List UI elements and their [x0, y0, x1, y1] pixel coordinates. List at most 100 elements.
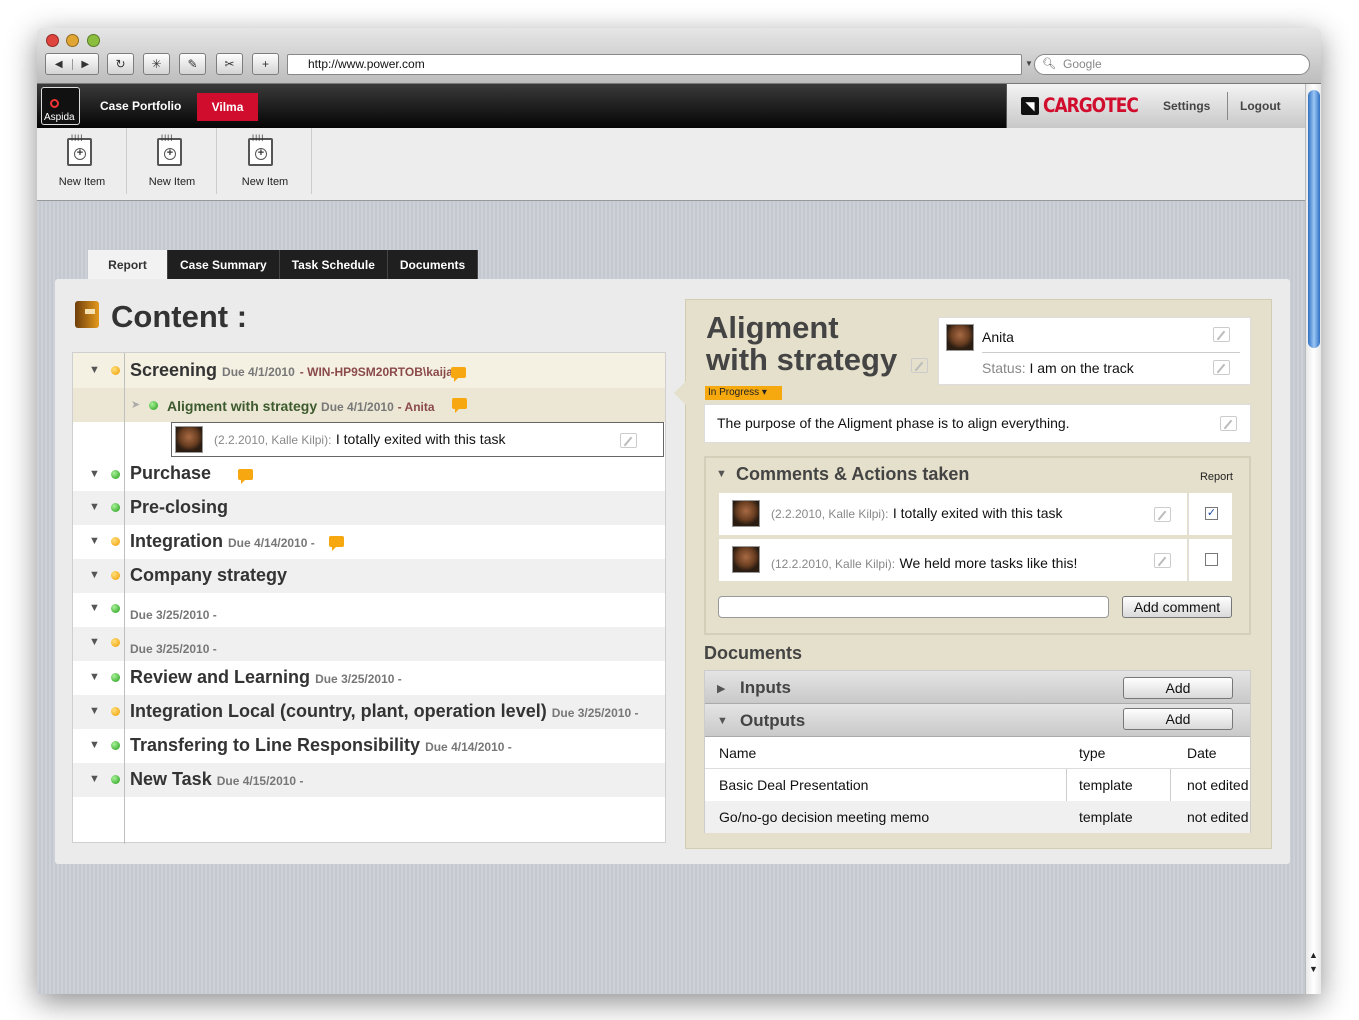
add-bookmark-button[interactable]: + [252, 53, 279, 75]
expand-icon[interactable]: ▼ [89, 468, 100, 480]
status-dot-icon [111, 707, 120, 716]
settings-link[interactable]: Settings [1163, 99, 1210, 113]
task-title: Company strategy [130, 565, 288, 585]
expand-icon[interactable]: ▶ [717, 682, 725, 695]
status-dot-icon [111, 470, 120, 479]
expand-icon[interactable]: ▼ [89, 671, 100, 683]
add-output-button[interactable]: Add [1123, 708, 1233, 730]
checkbox-checked-icon[interactable]: ✓ [1205, 507, 1218, 520]
column-header-name[interactable]: Name [719, 745, 756, 761]
edit-icon[interactable] [1154, 507, 1171, 522]
new-item-button[interactable]: ꟾꟾꟾꟾ + New Item [218, 128, 312, 194]
task-row[interactable]: ▼ Purchase [73, 457, 665, 491]
task-row[interactable]: ▼ Review and Learning Due 3/25/2010 - [73, 661, 665, 695]
edit-icon[interactable] [620, 433, 637, 448]
scroll-down-icon[interactable]: ▼ [1309, 964, 1318, 974]
task-row[interactable]: ▼ Company strategy [73, 559, 665, 593]
comments-section: ▼ Comments & Actions taken Report (2.2.2… [704, 456, 1251, 635]
edit-icon[interactable] [1213, 360, 1230, 375]
url-dropdown-icon[interactable]: ▼ [1025, 59, 1033, 68]
collapse-icon[interactable]: ▼ [716, 468, 727, 480]
document-name-link[interactable]: Basic Deal Presentation [719, 777, 868, 793]
task-row[interactable]: ▼ Pre-closing [73, 491, 665, 525]
task-row[interactable]: ▼ New Task Due 4/15/2010 - [73, 763, 665, 797]
debug-button[interactable]: ✳ [143, 53, 170, 75]
new-document-icon: ꟾꟾꟾꟾ + [67, 136, 92, 166]
edit-icon[interactable] [1213, 327, 1230, 342]
detail-title-line1: Aligment [706, 310, 839, 345]
comment-input[interactable] [718, 596, 1109, 618]
book-icon [75, 301, 99, 328]
column-header-date[interactable]: Date [1187, 745, 1217, 761]
comment-icon[interactable] [451, 367, 466, 382]
edit-icon[interactable] [1154, 553, 1171, 568]
expand-icon[interactable]: ▼ [89, 636, 100, 648]
new-item-button[interactable]: ꟾꟾꟾꟾ + New Item [37, 128, 127, 194]
description-text: The purpose of the Aligment phase is to … [717, 415, 1070, 431]
expand-icon[interactable]: ▼ [89, 773, 100, 785]
tab-task-schedule[interactable]: Task Schedule [279, 250, 388, 279]
status-badge[interactable]: In Progress ▾ [705, 386, 782, 400]
tree-divider [124, 353, 125, 844]
comment-icon[interactable] [452, 398, 467, 413]
aspida-logo[interactable]: Aspida [41, 87, 80, 125]
expand-icon[interactable]: ▼ [89, 569, 100, 581]
add-input-button[interactable]: Add [1123, 677, 1233, 699]
clip-button[interactable]: ✂ [216, 53, 243, 75]
column-header-type[interactable]: type [1079, 745, 1105, 761]
nav-user-tab[interactable]: Vilma [197, 93, 258, 121]
documents-box: ▶ Inputs Add ▼ Outputs Add Name type Dat… [704, 670, 1251, 833]
tab-report[interactable]: Report [88, 250, 168, 279]
zoom-window-button[interactable] [87, 34, 100, 47]
edit-icon[interactable] [1220, 416, 1237, 431]
minimize-window-button[interactable] [66, 34, 79, 47]
expand-icon[interactable]: ▼ [89, 705, 100, 717]
edit-button[interactable]: ✎ [179, 53, 206, 75]
report-checkbox[interactable]: ✓ [1188, 493, 1232, 535]
inputs-header[interactable]: ▶ Inputs Add [705, 671, 1250, 704]
document-name-link[interactable]: Go/no-go decision meeting memo [719, 809, 929, 825]
tab-documents[interactable]: Documents [387, 250, 479, 279]
avatar [732, 546, 760, 573]
task-row[interactable]: ▼ Integration Due 4/14/2010 - [73, 525, 665, 559]
comment-icon[interactable] [238, 469, 253, 484]
comment-icon[interactable] [329, 536, 344, 551]
report-checkbox[interactable] [1188, 539, 1232, 581]
task-row[interactable]: ▼ Due 3/25/2010 - [73, 627, 665, 661]
add-comment-button[interactable]: Add comment [1122, 596, 1232, 618]
close-window-button[interactable] [46, 34, 59, 47]
scrollbar-thumb[interactable] [1308, 90, 1320, 348]
expand-icon[interactable]: ▼ [89, 739, 100, 751]
task-row[interactable]: ▼ Transfering to Line Responsibility Due… [73, 729, 665, 763]
edit-icon[interactable] [911, 358, 928, 373]
collapse-icon[interactable]: ➤ [131, 398, 140, 411]
nav-case-portfolio[interactable]: Case Portfolio [100, 99, 181, 113]
subtask-row[interactable]: ➤ Aligment with strategy Due 4/1/2010 - … [73, 388, 665, 422]
expand-icon[interactable]: ▼ [89, 364, 100, 376]
reload-button[interactable]: ↻ [107, 53, 134, 75]
expand-icon[interactable]: ▼ [89, 535, 100, 547]
task-detail-panel: Aligment with strategy In Progress ▾ Ani… [674, 299, 1272, 849]
back-forward-buttons[interactable]: ◀ ▶ [45, 53, 99, 75]
tab-case-summary[interactable]: Case Summary [168, 250, 280, 279]
expand-icon[interactable]: ▼ [89, 602, 100, 614]
forward-icon[interactable]: ▶ [71, 58, 99, 70]
vertical-scrollbar[interactable]: ▲ ▼ [1305, 84, 1321, 994]
outputs-header[interactable]: ▼ Outputs Add [705, 704, 1250, 737]
back-icon[interactable]: ◀ [46, 59, 72, 70]
new-document-icon: ꟾꟾꟾꟾ + [248, 136, 273, 166]
checkbox-unchecked-icon[interactable] [1205, 553, 1218, 566]
cargotec-icon: ◥ [1021, 97, 1039, 115]
expand-icon[interactable]: ▼ [89, 501, 100, 513]
task-row[interactable]: ▼ Integration Local (country, plant, ope… [73, 695, 665, 729]
url-input[interactable]: http://www.power.com [287, 54, 1022, 75]
task-row[interactable]: ▼ Due 3/25/2010 - [73, 593, 665, 627]
status-dot-icon [149, 401, 158, 410]
search-input[interactable]: 🔍︎ Google [1034, 54, 1310, 75]
task-row[interactable]: ▼ Screening Due 4/1/2010 - WIN-HP9SM20RT… [73, 353, 665, 388]
scroll-up-icon[interactable]: ▲ [1309, 950, 1318, 960]
collapse-icon[interactable]: ▼ [717, 715, 728, 727]
task-title: Integration Due 4/14/2010 - [130, 531, 315, 551]
new-item-button[interactable]: ꟾꟾꟾꟾ + New Item [127, 128, 217, 194]
logout-link[interactable]: Logout [1240, 99, 1281, 113]
